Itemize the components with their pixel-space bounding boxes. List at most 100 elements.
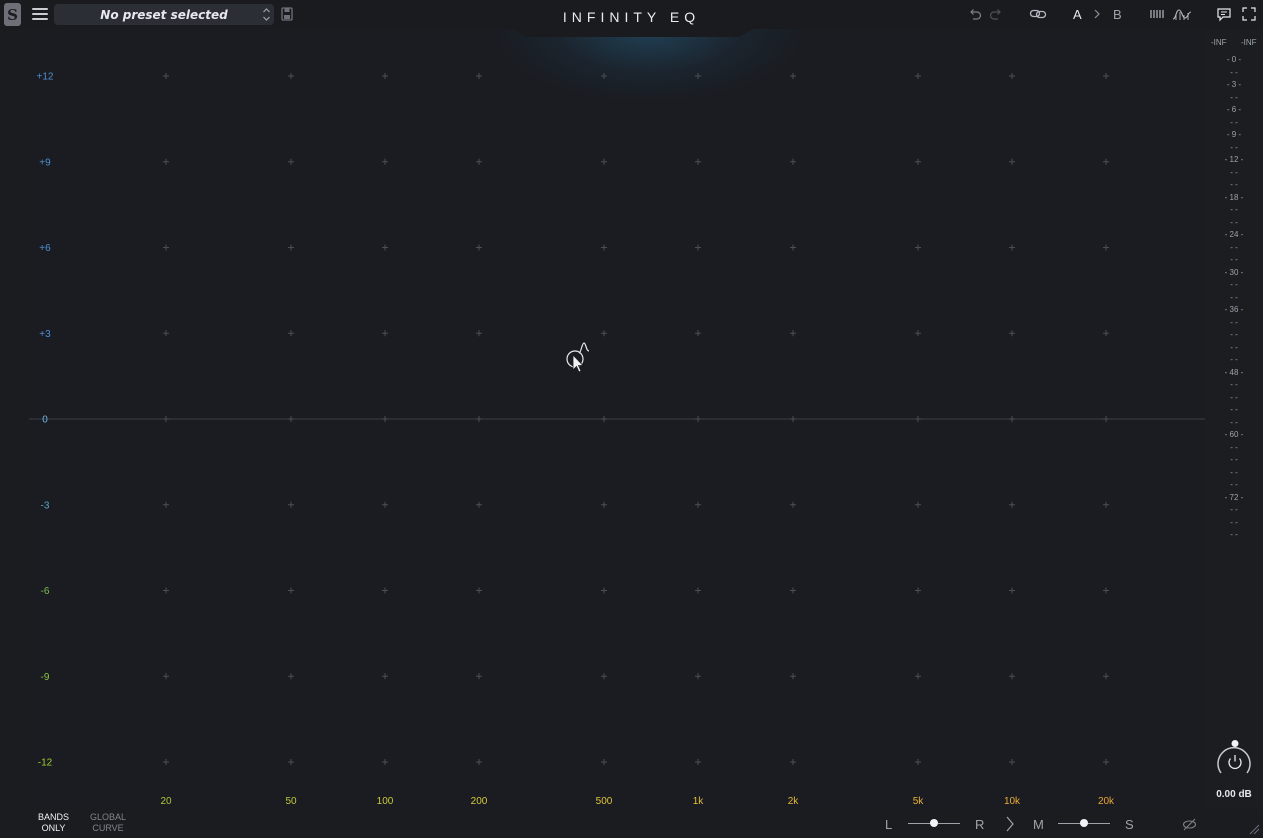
global-curve-line1: GLOBAL <box>90 812 127 822</box>
grid-cross <box>915 73 921 79</box>
grid-cross <box>476 244 482 251</box>
output-gain-knob[interactable] <box>1213 740 1255 782</box>
chevron-right-icon[interactable] <box>1004 815 1016 833</box>
grid-cross <box>601 673 607 680</box>
eq-grid[interactable]: +12 +9 +6 +3 0 -3 -6 -9 -12 20 50 100 200 500 1k 2k 5k 1… <box>29 29 1205 809</box>
grid-cross <box>695 244 701 251</box>
grid-cross <box>601 416 607 422</box>
grid-cross <box>601 759 607 765</box>
freq-label: 10k <box>1004 796 1021 807</box>
mid-side-thumb[interactable] <box>1080 819 1088 827</box>
fullscreen-icon[interactable] <box>1241 6 1257 22</box>
freq-label: 100 <box>377 796 394 807</box>
grid-cross <box>695 759 701 765</box>
meter-tick: - - <box>1230 142 1238 152</box>
grid-cross <box>695 158 701 165</box>
grid-cross <box>163 416 169 422</box>
grid-cross <box>695 587 701 594</box>
meter-tick: - - <box>1230 167 1238 177</box>
spectrum-icon[interactable] <box>1149 6 1165 22</box>
ab-b-button[interactable]: B <box>1113 7 1122 22</box>
global-curve-button[interactable]: GLOBAL CURVE <box>90 812 126 834</box>
grid-cross <box>288 73 294 79</box>
grid-cross <box>476 330 482 337</box>
grid-cross <box>288 416 294 422</box>
grid-cross <box>288 587 294 594</box>
grid-cross <box>915 244 921 251</box>
top-bar: S No preset selected INFINITY EQ A B <box>0 0 1263 29</box>
db-label: +3 <box>39 329 51 340</box>
left-label: L <box>885 817 893 832</box>
bottom-bar: BANDS ONLY GLOBAL CURVE L R M S <box>0 809 1263 838</box>
ab-arrow-icon[interactable] <box>1091 6 1103 22</box>
meter-tick: - - <box>1230 330 1238 339</box>
grid-cross <box>915 501 921 508</box>
grid-cross <box>790 158 796 165</box>
stereo-pan-slider[interactable] <box>908 819 960 827</box>
meter-tick: - - <box>1230 205 1238 214</box>
grid-cross <box>601 73 607 79</box>
meter-tick: - - <box>1230 442 1238 452</box>
grid-cross <box>476 501 482 508</box>
power-icon[interactable] <box>1228 755 1242 770</box>
meter-right-head: -INF <box>1241 38 1257 47</box>
redo-icon[interactable] <box>988 6 1004 22</box>
analyzer-icon[interactable] <box>1172 6 1192 22</box>
global-curve-line2: CURVE <box>92 823 124 833</box>
mid-side-slider[interactable] <box>1058 819 1110 827</box>
grid-cross <box>790 330 796 337</box>
freq-label: 1k <box>693 796 705 807</box>
grid-cross <box>790 73 796 79</box>
grid-cross <box>382 73 388 79</box>
grid-cross <box>382 759 388 765</box>
comment-icon[interactable] <box>1216 6 1232 22</box>
meter-tick: - - <box>1230 292 1238 302</box>
resize-grip-icon[interactable] <box>1248 823 1260 835</box>
grid-cross <box>1103 501 1109 508</box>
grid-cross <box>288 244 294 251</box>
grid-cross <box>1009 330 1015 337</box>
eq-graph[interactable]: +12 +9 +6 +3 0 -3 -6 -9 -12 20 50 100 200 500 1k 2k 5k 1… <box>29 29 1205 809</box>
meter-tick: - - <box>1230 505 1238 514</box>
db-label: -6 <box>41 586 50 597</box>
meter-tick: - 30 - <box>1224 267 1244 277</box>
link-icon[interactable] <box>1029 6 1047 22</box>
meter-tick: - - <box>1230 380 1238 389</box>
meter-tick: - 24 - <box>1224 230 1244 239</box>
undo-icon[interactable] <box>967 6 983 22</box>
grid-cross <box>1009 416 1015 422</box>
left-strip <box>0 29 29 838</box>
grid-cross <box>288 330 294 337</box>
grid-cross <box>1009 759 1015 765</box>
meter-tick: - - <box>1230 67 1238 77</box>
ab-a-button[interactable]: A <box>1073 7 1082 22</box>
meter-tick: - 48 - <box>1224 367 1244 377</box>
grid-cross <box>476 673 482 680</box>
stereo-pan-thumb[interactable] <box>930 819 938 827</box>
mid-label: M <box>1033 817 1044 832</box>
meter-tick: - - <box>1230 530 1238 539</box>
bands-only-button[interactable]: BANDS ONLY <box>38 812 69 834</box>
grid-cross <box>1009 158 1015 165</box>
grid-cross <box>476 759 482 765</box>
grid-cross <box>382 501 388 508</box>
grid-cross <box>790 244 796 251</box>
grid-cross <box>288 501 294 508</box>
db-label: 0 <box>42 415 48 426</box>
meter-tick: - 3 - <box>1226 80 1242 89</box>
grid-cross <box>163 244 169 251</box>
grid-cross <box>601 501 607 508</box>
db-label: +6 <box>39 243 51 254</box>
meter-tick: - 72 - <box>1224 492 1244 502</box>
visibility-off-icon[interactable] <box>1182 817 1197 832</box>
grid-cross <box>163 73 169 79</box>
grid-cross <box>695 673 701 680</box>
grid-cross <box>382 673 388 680</box>
meter-tick: - 36 - <box>1224 305 1244 314</box>
bands-only-line2: ONLY <box>41 823 66 833</box>
grid-cross <box>790 501 796 508</box>
meter-left-head: -INF <box>1211 38 1227 47</box>
grid-cross <box>1103 330 1109 337</box>
grid-cross <box>1009 244 1015 251</box>
db-label: +12 <box>37 72 54 83</box>
